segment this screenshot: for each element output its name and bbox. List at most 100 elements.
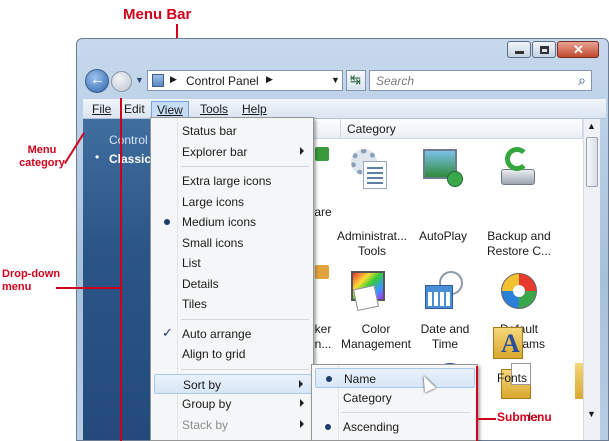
menu-item-medium-icons[interactable]: Medium icons [154, 212, 312, 232]
column-header-category[interactable]: Category [341, 119, 583, 139]
menu-item-extra-large-icons[interactable]: Extra large icons [154, 171, 312, 191]
pane-title: Control [109, 133, 148, 147]
menu-item-label: Extra large icons [182, 174, 272, 188]
vertical-scrollbar[interactable]: ▲ ▼ [583, 119, 600, 440]
radio-bullet-icon [164, 219, 170, 225]
breadcrumb[interactable]: Control Panel [186, 74, 259, 88]
column-header-name[interactable] [313, 119, 341, 139]
partial-label: ker [314, 322, 332, 336]
default-programs-icon[interactable] [499, 271, 539, 311]
menu-edit[interactable]: Edit [119, 101, 150, 118]
menu-bar-callout: Menu Bar [123, 6, 192, 23]
address-bar[interactable]: ▶ Control Panel ▶ ▼ [147, 70, 343, 91]
partial-label: are [314, 205, 332, 219]
backup-icon[interactable] [497, 147, 537, 189]
menu-item-ascending[interactable]: Ascending [315, 417, 475, 437]
menu-separator [342, 412, 470, 413]
fonts-folder-icon[interactable]: A [493, 323, 527, 361]
address-dropdown-icon[interactable]: ▼ [331, 75, 340, 85]
menu-tools[interactable]: Tools [195, 101, 233, 118]
minimize-button[interactable] [507, 41, 531, 58]
menu-item-label: Name [344, 372, 377, 386]
menu-item-label: Explorer bar [182, 144, 248, 159]
partial-icon [315, 265, 329, 279]
menu-item-group-by[interactable]: Group by [154, 394, 312, 414]
menu-item-align-to-grid[interactable]: Align to grid [154, 344, 312, 364]
icon-label[interactable]: Fonts [487, 371, 537, 386]
back-button[interactable]: ← [85, 69, 109, 93]
menu-bar: File Edit View Tools Help [83, 99, 606, 119]
icon-label[interactable]: Administrat... Tools [337, 229, 407, 259]
menu-item-label: Category [343, 391, 392, 405]
autoplay-icon[interactable] [423, 149, 463, 187]
menu-view[interactable]: View [151, 101, 189, 118]
menu-item-status-bar[interactable]: Status bar [154, 121, 312, 141]
menu-item-details[interactable]: Details [154, 274, 312, 294]
menu-item-label: Group by [182, 397, 232, 411]
submenu-callout: Submenu [497, 410, 552, 424]
close-icon: ✕ [573, 42, 584, 57]
maximize-button[interactable] [532, 41, 556, 58]
icon-label[interactable]: Color Management [337, 322, 415, 352]
forward-button[interactable] [111, 71, 132, 92]
scroll-up-icon[interactable]: ▲ [587, 121, 596, 131]
callout-line [476, 366, 478, 441]
menu-help[interactable]: Help [237, 101, 272, 118]
submenu-arrow-icon [300, 419, 304, 428]
menu-item-category[interactable]: Category [315, 388, 475, 408]
search-icon[interactable]: ⌕ [578, 72, 586, 89]
submenu-arrow-icon [299, 379, 303, 388]
callout-line [56, 287, 122, 289]
menu-separator [181, 166, 309, 167]
breadcrumb-separator-icon: ▶ [170, 74, 177, 84]
menu-item-label: Medium icons [182, 215, 257, 229]
icon-label[interactable]: Backup and Restore C... [483, 229, 555, 259]
color-management-icon[interactable] [351, 271, 391, 312]
view-dropdown-menu: Status bar Explorer bar Extra large icons L… [150, 117, 314, 441]
menu-item-auto-arrange[interactable]: Auto arrange ✓ [154, 324, 312, 344]
menu-file[interactable]: File [87, 101, 116, 118]
submenu-arrow-icon [300, 146, 304, 155]
menu-item-label: Details [182, 276, 219, 291]
menu-item-label: Auto arrange [182, 326, 252, 341]
back-arrow-icon: ← [90, 71, 105, 88]
menu-item-label: Large icons [182, 194, 245, 209]
menu-item-tiles[interactable]: Tiles [154, 294, 312, 314]
menu-item-small-icons[interactable]: Small icons [154, 233, 312, 253]
sort-by-submenu: Name Category Ascending [311, 364, 478, 441]
menu-separator [181, 318, 309, 320]
fonts-icon[interactable] [575, 363, 583, 399]
menu-item-large-icons[interactable]: Large icons [154, 192, 312, 212]
menu-item-name[interactable]: Name [315, 368, 475, 388]
menu-item-label: Stack by [182, 417, 229, 432]
menu-separator [181, 368, 309, 370]
scroll-down-icon[interactable]: ▼ [587, 409, 596, 419]
column-header-label: Category [347, 122, 396, 136]
search-input[interactable]: Search [376, 74, 414, 88]
date-time-icon[interactable] [425, 271, 465, 311]
menu-item-sort-by[interactable]: Sort by [154, 373, 312, 394]
admin-tools-icon[interactable] [351, 149, 387, 189]
menu-item-label: List [182, 256, 201, 270]
icon-label[interactable]: Date and Time [415, 322, 475, 352]
control-panel-icon [152, 74, 164, 87]
menu-category-callout: Menu category [19, 144, 65, 169]
radio-bullet-icon [325, 424, 331, 430]
menu-item-label: Tiles [182, 297, 207, 311]
menu-item-list[interactable]: List [154, 253, 312, 273]
search-box[interactable]: Search ⌕ [369, 70, 592, 91]
menu-item-label: Small icons [182, 235, 244, 250]
checkmark-icon: ✓ [162, 324, 173, 340]
menu-item-explorer-bar[interactable]: Explorer bar [154, 142, 312, 162]
recent-pages-dropdown-icon[interactable]: ▼ [135, 75, 144, 85]
close-button[interactable]: ✕ [557, 41, 599, 58]
breadcrumb-separator-icon: ▶ [266, 74, 273, 84]
refresh-button[interactable]: ↹ [346, 70, 366, 91]
refresh-icon: ↹ [350, 72, 361, 87]
dropdown-menu-callout: Drop-down menu [2, 268, 61, 293]
icon-label[interactable]: AutoPlay [413, 229, 473, 244]
menu-item-label: Sort by [183, 377, 222, 392]
pane-bullet-icon: • [95, 150, 100, 164]
scroll-thumb[interactable] [586, 137, 598, 187]
partial-icon [315, 147, 329, 161]
